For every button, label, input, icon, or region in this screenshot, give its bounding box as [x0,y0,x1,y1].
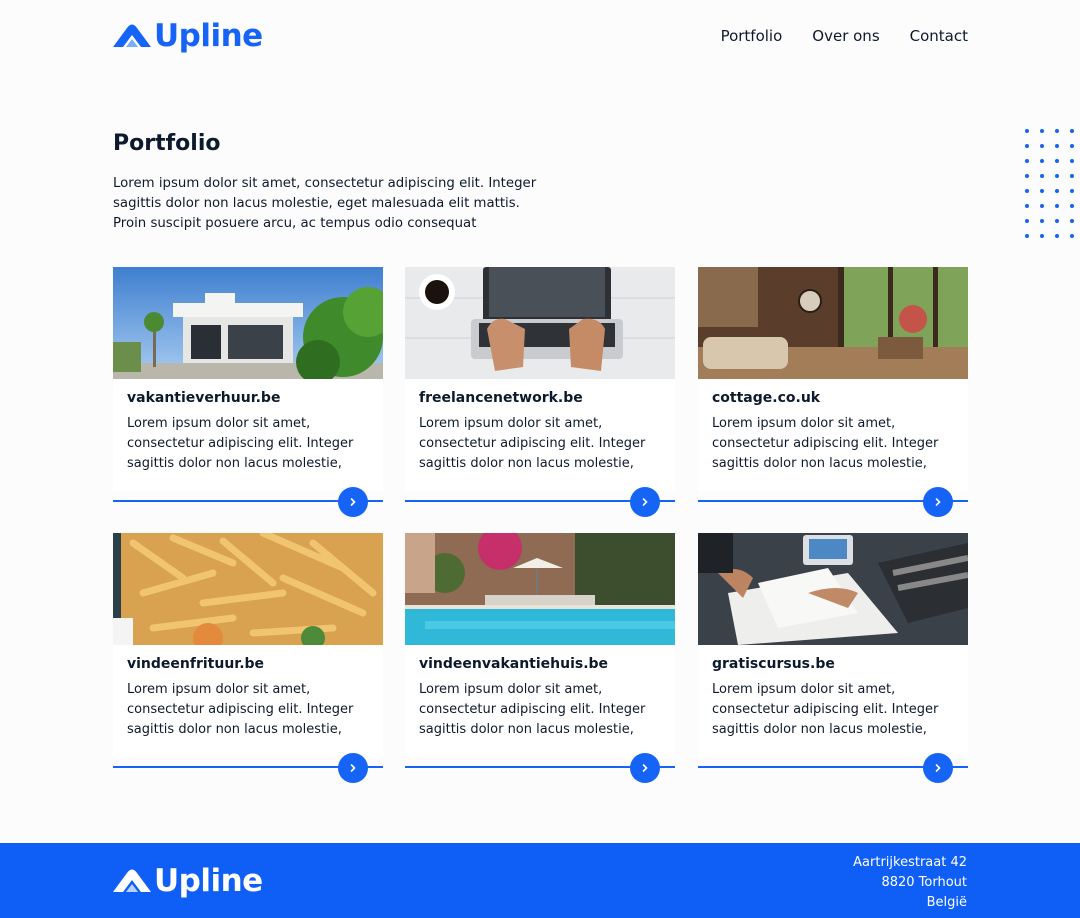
pattern-dot [1040,219,1044,223]
pattern-dot [1040,159,1044,163]
chevron-right-icon [350,764,356,772]
pattern-dot [1055,219,1059,223]
card-text: Lorem ipsum dolor sit amet, consectetur … [712,682,939,737]
footer-address: Aartrijkestraat 42 8820 Torhout België [853,853,967,913]
pattern-dot [1070,174,1074,178]
pattern-dot [1025,144,1029,148]
french-fries-photo [113,533,383,645]
meeting-paperwork-photo [698,533,968,645]
card-text: Lorem ipsum dolor sit amet, consectetur … [127,416,354,471]
card-next-button[interactable] [338,753,368,783]
pattern-dot [1040,144,1044,148]
card-text: Lorem ipsum dolor sit amet, consectetur … [419,416,646,471]
card-next-button[interactable] [923,487,953,517]
pattern-dot [1055,144,1059,148]
pattern-dot [1055,174,1059,178]
chevron-right-icon [935,498,941,506]
cozy-living-room-photo [698,267,968,379]
pattern-dot [1055,234,1059,238]
logo-text: Upline [154,863,263,899]
pattern-dot [1070,129,1074,133]
card-title: gratiscursus.be [712,656,835,672]
card-next-button[interactable] [338,487,368,517]
pattern-dot [1070,234,1074,238]
pattern-dot [1040,234,1044,238]
pattern-dot [1070,159,1074,163]
pattern-dot [1055,204,1059,208]
address-street: Aartrijkestraat 42 [853,855,967,870]
chevron-right-icon [642,764,648,772]
address-city: 8820 Torhout [881,875,967,890]
pattern-dot [1040,129,1044,133]
card-title: vindeenvakantiehuis.be [419,656,609,672]
card-text: Lorem ipsum dolor sit amet, consectetur … [127,682,354,737]
pattern-dot [1070,219,1074,223]
site-footer: Upline Aartrijkestraat 42 8820 Torhout B… [0,843,1080,918]
portfolio-card[interactable]: freelancenetwork.be Lorem ipsum dolor si… [405,267,675,517]
pattern-dot [1055,159,1059,163]
pattern-dot [1025,234,1029,238]
pattern-dot [1055,129,1059,133]
pattern-dot [1025,159,1029,163]
chevron-right-icon [642,498,648,506]
pattern-dot [1025,219,1029,223]
nav-portfolio[interactable]: Portfolio [721,26,783,46]
pattern-dot [1025,204,1029,208]
card-body: gratiscursus.be Lorem ipsum dolor sit am… [698,645,968,757]
main-nav: Portfolio Over ons Contact [721,26,968,46]
pattern-dot [1070,189,1074,193]
pattern-dot [1025,129,1029,133]
pattern-dot [1040,174,1044,178]
modern-white-house-photo [113,267,383,379]
pattern-dot [1040,189,1044,193]
upline-logo-icon [113,24,151,47]
card-body: vindeenfrituur.be Lorem ipsum dolor sit … [113,645,383,757]
nav-over-ons[interactable]: Over ons [812,26,879,46]
laptop-typing-photo [405,267,675,379]
address-country: België [926,895,967,910]
card-body: vindeenvakantiehuis.be Lorem ipsum dolor… [405,645,675,757]
pattern-dot [1025,189,1029,193]
card-title: vakantieverhuur.be [127,390,281,406]
portfolio-card[interactable]: vindeenfrituur.be Lorem ipsum dolor sit … [113,533,383,783]
pattern-dot [1070,144,1074,148]
card-next-button[interactable] [630,487,660,517]
intro-text: Lorem ipsum dolor sit amet, consectetur … [113,176,537,231]
card-title: freelancenetwork.be [419,390,583,406]
portfolio-card[interactable]: vindeenvakantiehuis.be Lorem ipsum dolor… [405,533,675,783]
chevron-right-icon [350,498,356,506]
footer-logo[interactable]: Upline [112,863,263,899]
card-title: vindeenfrituur.be [127,656,265,672]
card-next-button[interactable] [630,753,660,783]
pattern-dot [1025,174,1029,178]
nav-contact[interactable]: Contact [910,26,968,46]
page-title: Portfolio [113,131,221,156]
dot-pattern [1025,129,1074,238]
pattern-dot [1040,204,1044,208]
pattern-dot [1055,189,1059,193]
card-body: vakantieverhuur.be Lorem ipsum dolor sit… [113,379,383,491]
card-text: Lorem ipsum dolor sit amet, consectetur … [419,682,646,737]
card-text: Lorem ipsum dolor sit amet, consectetur … [712,416,939,471]
card-body: cottage.co.uk Lorem ipsum dolor sit amet… [698,379,968,491]
site-header: Upline Portfolio Over ons Contact [0,0,1080,72]
chevron-right-icon [935,764,941,772]
header-logo[interactable]: Upline [112,18,263,54]
upline-logo-icon [113,869,151,892]
card-title: cottage.co.uk [712,390,821,406]
portfolio-card[interactable]: vakantieverhuur.be Lorem ipsum dolor sit… [113,267,383,517]
card-next-button[interactable] [923,753,953,783]
pattern-dot [1070,204,1074,208]
portfolio-card[interactable]: cottage.co.uk Lorem ipsum dolor sit amet… [698,267,968,517]
pool-villa-photo [405,533,675,645]
portfolio-card[interactable]: gratiscursus.be Lorem ipsum dolor sit am… [698,533,968,783]
logo-text: Upline [154,18,263,54]
card-body: freelancenetwork.be Lorem ipsum dolor si… [405,379,675,491]
